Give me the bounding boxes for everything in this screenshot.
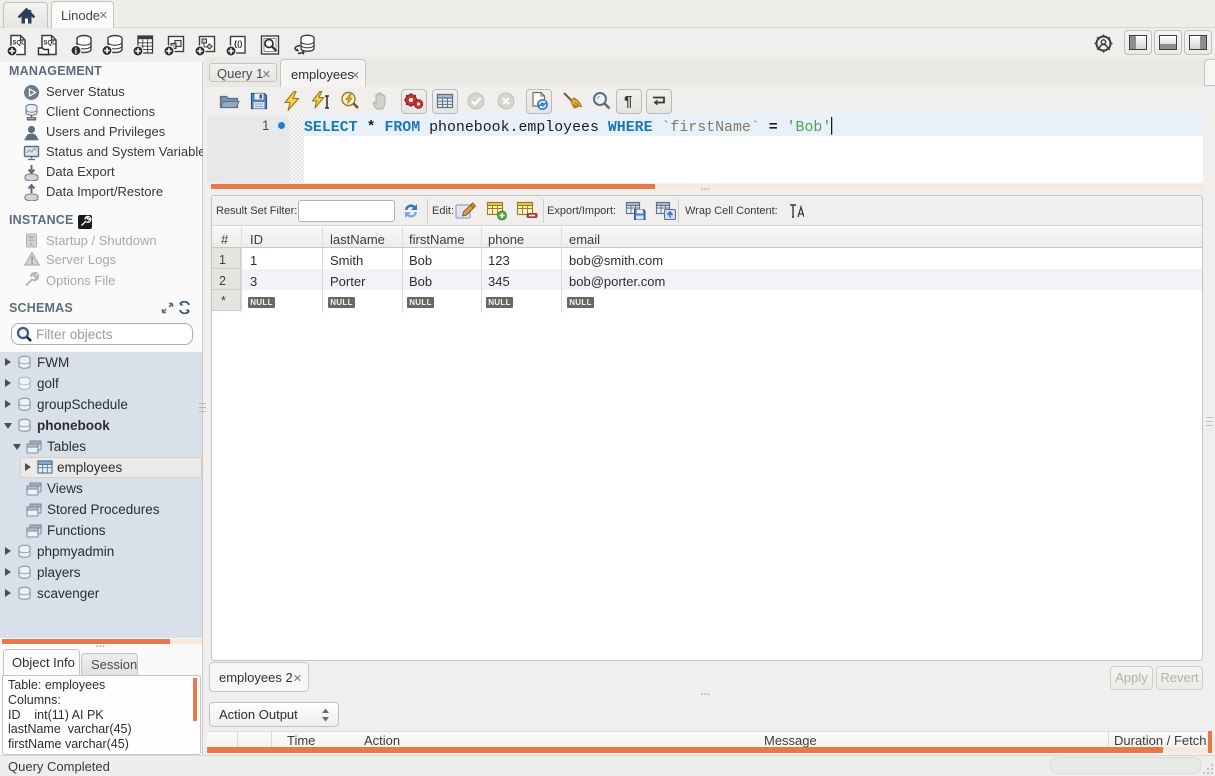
svg-text:{(): {() bbox=[234, 40, 243, 49]
svg-text:SQL: SQL bbox=[44, 41, 57, 47]
svg-text:SQL: SQL bbox=[13, 41, 26, 47]
